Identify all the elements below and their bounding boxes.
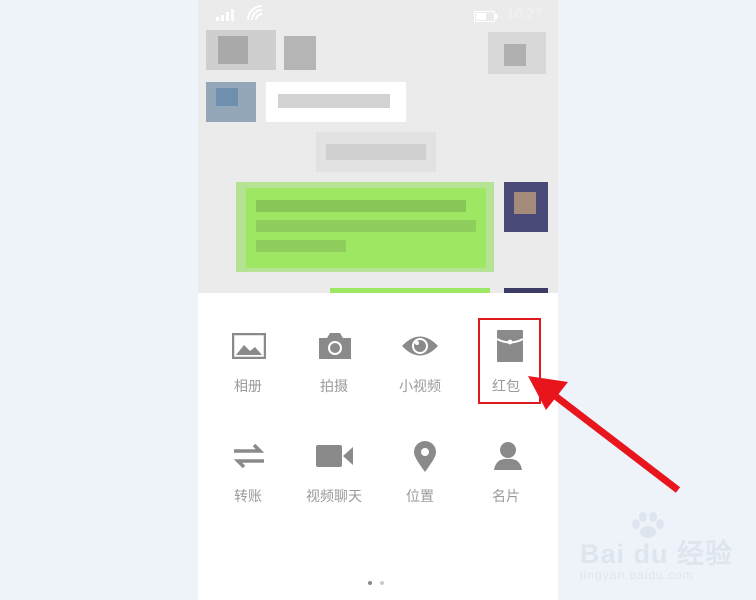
watermark-url: jingyan.baidu.com <box>580 568 694 582</box>
pixelated-block <box>326 144 426 160</box>
camera-button[interactable]: 拍摄 <box>292 293 376 394</box>
camera-label: 拍摄 <box>320 378 348 394</box>
transfer-button[interactable]: 转账 <box>206 403 290 504</box>
album-button[interactable]: 相册 <box>206 293 290 394</box>
camera-icon <box>317 332 351 364</box>
page-dot[interactable] <box>380 581 384 585</box>
annotation-arrow-icon <box>528 376 681 493</box>
pixelated-text <box>256 240 346 252</box>
short-video-button[interactable]: 小视频 <box>378 293 462 394</box>
album-icon <box>231 332 267 365</box>
battery-icon <box>474 9 498 25</box>
phone-screen: 10:27 相册 拍摄 小视频 红包 转账 视频聊天 位置 名片 <box>198 0 558 600</box>
pixelated-block <box>514 192 536 214</box>
video-chat-button[interactable]: 视频聊天 <box>292 403 376 504</box>
pixelated-block <box>284 36 316 70</box>
pixelated-block <box>218 36 248 64</box>
wifi-icon <box>246 4 264 25</box>
transfer-label: 转账 <box>234 488 262 504</box>
pixelated-text <box>256 220 476 232</box>
eye-icon <box>401 333 438 365</box>
status-bar: 10:27 <box>198 0 558 28</box>
signal-icon <box>216 7 238 24</box>
location-button[interactable]: 位置 <box>378 403 462 504</box>
pixelated-block <box>504 44 526 66</box>
pixelated-text <box>278 94 390 108</box>
baidu-jingyan-watermark: Bai du 经验 jingyan.baidu.com <box>574 512 749 592</box>
location-label: 位置 <box>406 488 434 504</box>
page-dot-active[interactable] <box>368 581 372 585</box>
pixelated-text <box>256 200 466 212</box>
status-time: 10:27 <box>507 5 543 21</box>
video-camera-icon <box>316 445 353 477</box>
short-video-label: 小视频 <box>399 378 441 394</box>
album-label: 相册 <box>234 378 262 394</box>
transfer-icon <box>232 443 266 475</box>
pixelated-block <box>216 88 238 106</box>
watermark-title: Bai du 经验 <box>580 539 734 569</box>
location-pin-icon <box>408 441 442 473</box>
video-chat-label: 视频聊天 <box>306 488 362 504</box>
